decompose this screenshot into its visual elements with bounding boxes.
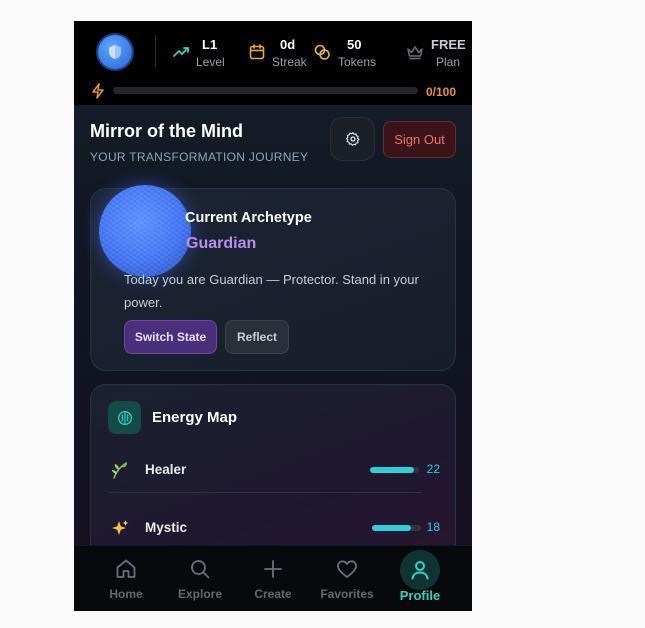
streak-value: 0d — [280, 37, 296, 52]
xp-progress-text: 0/100 — [426, 85, 457, 99]
energy-bar-fill — [370, 467, 415, 473]
nav-explore[interactable]: Explore — [165, 546, 235, 611]
tokens-stat: 50 Tokens — [313, 35, 383, 71]
archetype-description: Today you are Guardian — Protector. Stan… — [124, 272, 419, 310]
plus-icon — [264, 560, 282, 578]
calendar-icon — [249, 44, 265, 60]
shield-avatar[interactable] — [98, 35, 132, 69]
nav-label: Favorites — [320, 587, 374, 601]
home-icon — [116, 559, 136, 578]
sign-out-button[interactable]: Sign Out — [383, 121, 456, 158]
heart-icon — [337, 560, 357, 578]
level-stat: L1 Level — [172, 35, 232, 71]
archetype-card: Current Archetype Guardian Today you are… — [90, 185, 456, 371]
xp-progress: 0/100 — [74, 79, 472, 105]
plan-label: Plan — [436, 55, 461, 69]
nav-home[interactable]: Home — [91, 546, 161, 611]
nav-profile[interactable]: Profile — [385, 546, 455, 611]
nav-create[interactable]: Create — [238, 546, 308, 611]
energy-value: 18 — [426, 520, 440, 534]
archetype-name: Guardian — [186, 235, 257, 252]
page-subtitle: YOUR TRANSFORMATION JOURNEY — [90, 150, 309, 164]
search-icon — [191, 560, 210, 579]
nav-label: Home — [109, 587, 143, 601]
energy-row-healer[interactable]: Healer 22 — [108, 456, 440, 486]
lightning-icon — [92, 83, 104, 99]
tokens-value: 50 — [347, 37, 362, 52]
energy-value: 22 — [426, 462, 440, 476]
energy-bar-fill — [372, 525, 412, 531]
streak-label: Streak — [272, 55, 307, 69]
gear-icon — [345, 132, 360, 146]
app-screen: L1 Level 0d Streak 50 Tokens FREE Plan 0… — [74, 21, 472, 611]
divider — [108, 492, 422, 493]
settings-button[interactable] — [330, 117, 375, 161]
coins-icon — [314, 44, 330, 60]
xp-progress-track — [113, 87, 418, 94]
archetype-label: Current Archetype — [185, 210, 312, 226]
sparkles-icon — [112, 520, 129, 535]
level-value: L1 — [202, 37, 218, 52]
herb-icon — [112, 462, 127, 479]
energy-bar — [370, 467, 419, 473]
level-label: Level — [196, 55, 225, 69]
shield-icon — [109, 45, 121, 59]
divider — [155, 35, 156, 67]
page-title: Mirror of the Mind — [90, 121, 243, 141]
reflect-button[interactable]: Reflect — [225, 320, 289, 354]
brain-icon-box — [108, 401, 141, 434]
stats-bar: L1 Level 0d Streak 50 Tokens FREE Plan — [74, 21, 472, 79]
user-icon — [411, 561, 429, 580]
nav-label: Explore — [177, 587, 222, 601]
streak-stat: 0d Streak — [248, 35, 312, 71]
crown-icon — [407, 46, 423, 60]
bottom-nav: Home Explore Create Favorites Profile — [74, 545, 472, 611]
trending-up-icon — [173, 47, 189, 57]
tokens-label: Tokens — [338, 55, 377, 69]
switch-state-button[interactable]: Switch State — [124, 320, 217, 354]
profile-content[interactable]: Mirror of the Mind YOUR TRANSFORMATION J… — [74, 105, 472, 584]
nav-favorites[interactable]: Favorites — [312, 546, 382, 611]
archetype-orb[interactable] — [99, 185, 191, 277]
energy-map-title: Energy Map — [152, 409, 238, 426]
nav-label: Profile — [399, 588, 441, 603]
energy-row-mystic[interactable]: Mystic 18 — [108, 514, 440, 544]
plan-value: FREE — [431, 37, 466, 52]
energy-bar — [372, 525, 421, 531]
nav-label: Create — [254, 587, 292, 601]
brain-icon — [117, 410, 132, 425]
energy-name: Mystic — [145, 520, 188, 535]
energy-name: Healer — [145, 462, 187, 477]
plan-stat: FREE Plan — [406, 35, 472, 71]
